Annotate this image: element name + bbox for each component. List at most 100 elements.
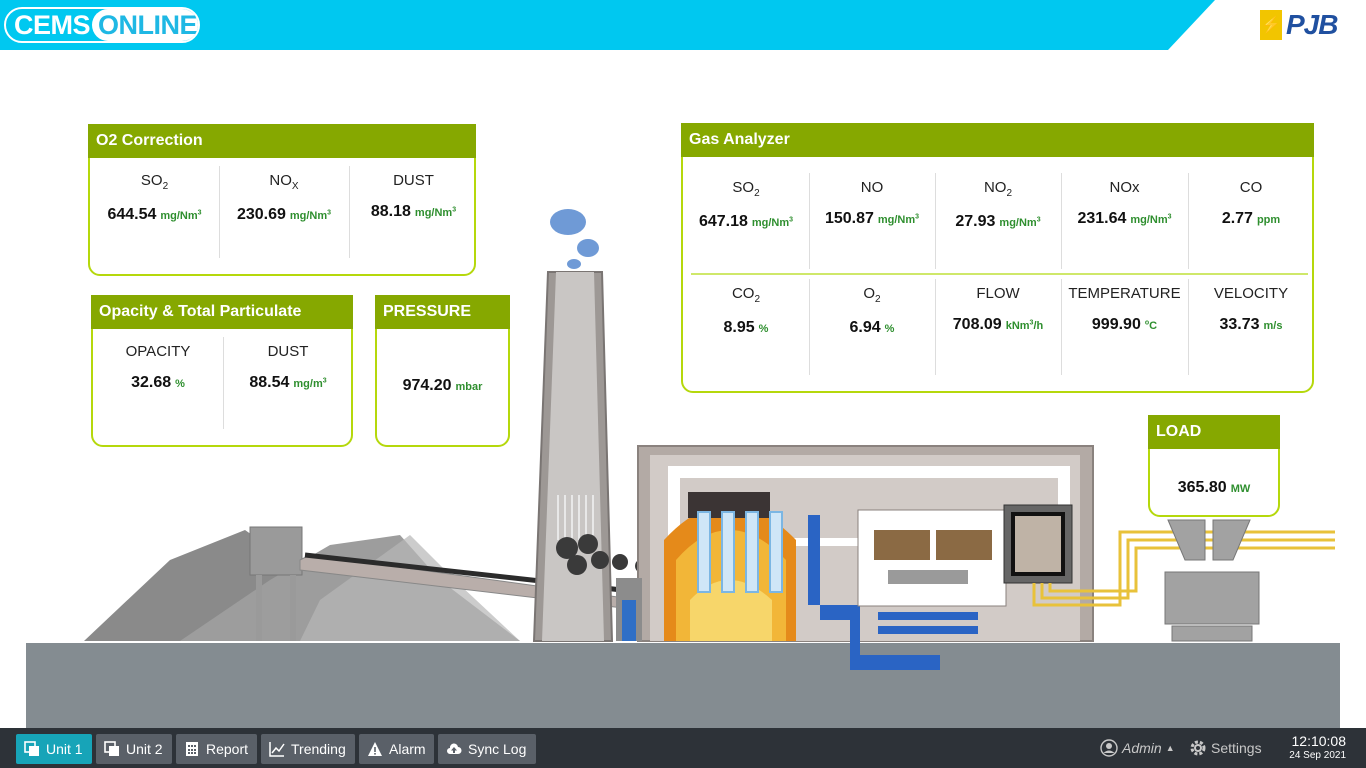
metric-value: 150.87 mg/Nm3 [824, 210, 920, 227]
ga-no-metric: NO 150.87 mg/Nm3 [809, 179, 935, 228]
transformer [1164, 519, 1260, 642]
hopper-leg [290, 575, 296, 641]
gas-analyzer-panel: Gas Analyzer SO2 647.18 mg/Nm3 NO 150.87 m… [681, 123, 1314, 393]
load-panel: LOAD 365.80 MW [1148, 415, 1280, 517]
ga-velocity-metric: VELOCITY 33.73 m/s [1188, 285, 1314, 334]
trending-button[interactable]: Trending [261, 734, 355, 764]
panel-title: LOAD [1148, 415, 1280, 449]
metric-label: FLOW [976, 285, 1020, 302]
metric-value: 647.18 mg/Nm3 [698, 213, 794, 230]
metric-label: SO2 [732, 179, 760, 199]
metric-value: 230.69 mg/Nm3 [236, 206, 332, 223]
hopper-leg [256, 575, 262, 641]
metric-value: 32.68% [131, 374, 185, 391]
metric-value: 27.93 mg/Nm3 [955, 213, 1041, 230]
ga-o2-metric: O2 6.94% [809, 285, 935, 337]
metric-value: 88.54 mg/m3 [249, 374, 327, 391]
copy-icon [104, 741, 119, 756]
metric-label: DUST [267, 343, 309, 360]
dust-metric: DUST 88.18 mg/Nm3 [349, 172, 478, 221]
o2-correction-panel: O2 Correction SO2 644.54 mg/Nm3 NOX 230.6… [88, 124, 476, 276]
metric-value: 33.73 m/s [1219, 316, 1283, 333]
metric-value: 8.95% [723, 319, 769, 336]
opacity-metric: OPACITY 32.68% [93, 343, 223, 392]
button-label: Unit 1 [46, 741, 83, 757]
unit-1-button[interactable]: Unit 1 [16, 734, 92, 764]
clock: 12:10:08 24 Sep 2021 [1274, 733, 1346, 761]
line-chart-icon [269, 742, 285, 757]
metric-value: 708.09 kNm3/h [952, 316, 1044, 333]
ga-co-metric: CO 2.77 ppm [1188, 179, 1314, 228]
metric-label: SO2 [140, 172, 169, 192]
button-label: Unit 2 [126, 741, 163, 757]
metric-label: TEMPERATURE [1068, 285, 1181, 302]
ga-temperature-metric: TEMPERATURE 999.90 oC [1061, 285, 1188, 334]
ground [26, 643, 1340, 728]
settings-button[interactable]: Settings [1189, 728, 1262, 768]
ga-flow-metric: FLOW 708.09 kNm3/h [935, 285, 1061, 334]
bottom-toolbar: Unit 1 Unit 2 Report Trending Alarm Sync… [0, 728, 1366, 768]
metric-value: 231.64 mg/Nm3 [1077, 210, 1172, 227]
button-label: Report [206, 741, 249, 757]
clock-date: 24 Sep 2021 [1289, 750, 1346, 761]
nox-metric: NOX 230.69 mg/Nm3 [219, 172, 349, 224]
metric-value: 365.80 MW [1177, 479, 1251, 496]
feeder-window [622, 600, 636, 641]
panel-title: Gas Analyzer [681, 123, 1314, 157]
cooling-pipe [878, 626, 978, 634]
smoke-cloud [577, 239, 599, 257]
user-name: Admin [1122, 740, 1162, 756]
metric-label: NOX [269, 172, 299, 192]
metric-value: 6.94% [849, 319, 895, 336]
copy-icon [24, 741, 39, 756]
load-metric: 365.80 MW [1150, 479, 1278, 497]
metric-label: NOx [1109, 179, 1140, 196]
user-icon [1100, 739, 1118, 757]
metric-value: 644.54 mg/Nm3 [107, 206, 202, 223]
metric-label: CO [1239, 179, 1263, 196]
ga-nox-metric: NOx 231.64 mg/Nm3 [1061, 179, 1188, 228]
button-label: Trending [291, 741, 346, 757]
metric-value: 88.18 mg/Nm3 [370, 203, 457, 220]
ga-no2-metric: NO2 27.93 mg/Nm3 [935, 179, 1061, 231]
generator-core [1011, 512, 1065, 576]
metric-label: O2 [863, 285, 881, 305]
caret-up-icon: ▲ [1165, 743, 1175, 753]
warning-icon [368, 742, 382, 756]
clock-time: 12:10:08 [1291, 733, 1347, 749]
pressure-panel: PRESSURE 974.20 mbar [375, 295, 510, 447]
settings-label: Settings [1211, 740, 1262, 756]
report-button[interactable]: Report [176, 734, 257, 764]
row-divider [691, 273, 1308, 275]
metric-label: NO [860, 179, 884, 196]
metric-value: 974.20 mbar [402, 377, 483, 394]
so2-metric: SO2 644.54 mg/Nm3 [90, 172, 219, 224]
panel-title: PRESSURE [375, 295, 510, 329]
metric-label: OPACITY [125, 343, 191, 360]
metric-label: NO2 [983, 179, 1013, 199]
button-label: Alarm [389, 741, 426, 757]
panel-title: Opacity & Total Particulate [91, 295, 353, 329]
smoke-cloud [567, 259, 581, 269]
coal-hopper [249, 526, 303, 576]
gear-icon [1190, 740, 1206, 756]
metric-label: VELOCITY [1213, 285, 1289, 302]
ga-so2-metric: SO2 647.18 mg/Nm3 [683, 179, 809, 231]
metric-value: 999.90 oC [1091, 316, 1158, 333]
panel-title: O2 Correction [88, 124, 476, 158]
pressure-metric: 974.20 mbar [377, 377, 508, 395]
button-label: Sync Log [468, 741, 527, 757]
metric-label: CO2 [731, 285, 761, 305]
condenser [888, 570, 968, 584]
metric-value: 2.77 ppm [1221, 210, 1281, 227]
unit-2-button[interactable]: Unit 2 [96, 734, 172, 764]
opacity-panel: Opacity & Total Particulate OPACITY 32.6… [91, 295, 353, 447]
calculator-icon [186, 742, 198, 756]
user-menu[interactable]: Admin ▲ [1100, 728, 1175, 768]
dust-metric: DUST 88.54 mg/m3 [223, 343, 353, 392]
ga-co2-metric: CO2 8.95% [683, 285, 809, 337]
smoke-cloud [550, 209, 586, 235]
metric-label: DUST [393, 172, 434, 189]
sync-log-button[interactable]: Sync Log [438, 734, 536, 764]
alarm-button[interactable]: Alarm [359, 734, 434, 764]
